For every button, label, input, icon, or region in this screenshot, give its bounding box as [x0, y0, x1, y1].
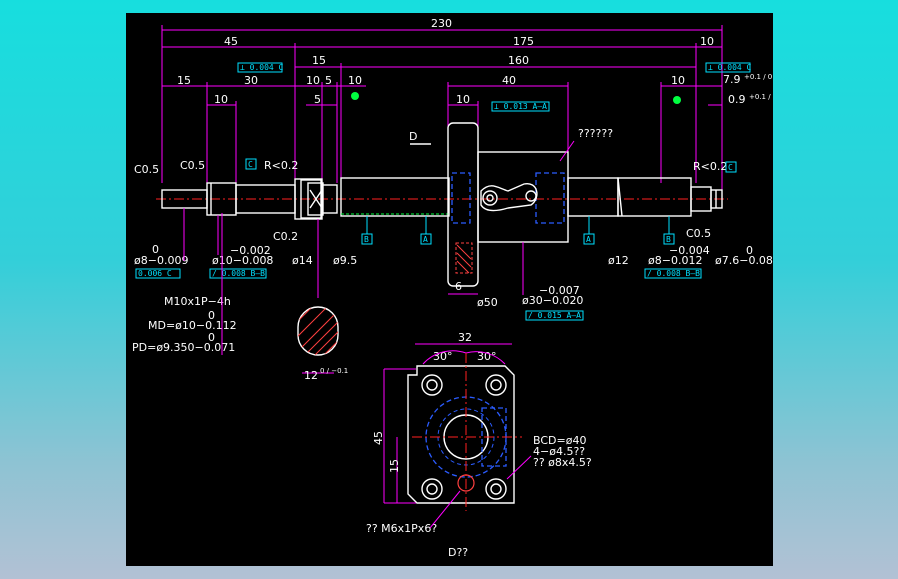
dim-5b: 5 — [314, 93, 321, 106]
label-r02-left: R<0.2 — [264, 159, 298, 172]
label-nut-note: ?????? — [578, 127, 613, 140]
dim-left-30: 30 — [244, 74, 258, 87]
datum-b-right: B — [666, 235, 671, 244]
tol-perp-left: ⊥ 0.004 C — [240, 63, 284, 72]
tol-perp-nut: ⊥ 0.013 A–A — [494, 102, 547, 111]
dim-left-15: 15 — [177, 74, 191, 87]
dim-right-end: 10 — [700, 35, 714, 48]
datum-a-left: A — [423, 235, 428, 244]
dia-12: ø12 — [608, 254, 629, 267]
dim-10a: 10 — [306, 74, 320, 87]
datum-c-right: C — [728, 163, 733, 172]
dim-0-9-tol: +0.1 / 0 — [749, 93, 773, 101]
shaft-labels: C0.5 C0.5 R<0.2 C0.2 D ?????? R<0.2 C0.5… — [134, 92, 737, 245]
tol-run-right-b: / 0.008 B–B — [647, 269, 700, 278]
dia-10: ø10−0.008 — [212, 254, 273, 267]
datum-c-left: C — [248, 160, 253, 169]
dia-8: ø8−0.009 — [134, 254, 188, 267]
label-d: D — [409, 130, 417, 143]
cad-drawing-canvas: 230 45 175 10 15 160 15 30 10 10 5 10 5 — [126, 13, 773, 566]
md-spec: MD=ø10−0.112 — [148, 319, 237, 332]
dim-middle: 175 — [513, 35, 534, 48]
dim-7-9-tol: +0.1 / 0 — [744, 73, 772, 81]
section-view: 12 0 / −0.1 — [297, 219, 348, 382]
flange-view-label: D?? — [448, 546, 468, 559]
dim-40: 40 — [502, 74, 516, 87]
dia-7-6: ø7.6−0.08 — [715, 254, 773, 267]
tol-perp-right: ⊥ 0.004 C — [708, 63, 752, 72]
ballscrew-drawing: 230 45 175 10 15 160 15 30 10 10 5 10 5 — [132, 17, 773, 559]
section-width-tol: 0 / −0.1 — [320, 367, 348, 375]
flange-height-45: 45 — [372, 431, 385, 445]
dim-160: 160 — [508, 54, 529, 67]
label-c02: C0.2 — [273, 230, 298, 243]
tolerance-frames: ⊥ 0.004 C ⊥ 0.004 C ⊥ 0.013 A–A 0.006 C … — [135, 62, 752, 321]
section-width: 12 — [304, 369, 318, 382]
datum-a-right: A — [586, 235, 591, 244]
label-r02-right: R<0.2 — [693, 160, 727, 173]
surface-mark-left-icon — [351, 92, 359, 100]
flange-tap: ?? M6x1Px6? — [366, 522, 437, 535]
label-c05-left: C0.5 — [134, 163, 159, 176]
surface-mark-right-icon — [673, 96, 681, 104]
dim-left-end: 45 — [224, 35, 238, 48]
nut-6: 6 — [455, 280, 462, 293]
dia-14: ø14 — [292, 254, 313, 267]
top-dimensions: 230 45 175 10 15 160 15 30 10 10 5 10 5 — [161, 17, 773, 198]
dim-5a: 5 — [325, 74, 332, 87]
flange-height-15: 15 — [388, 459, 401, 473]
dim-right-10: 10 — [671, 74, 685, 87]
dim-15: 15 — [312, 54, 326, 67]
dim-10c: 10 — [456, 93, 470, 106]
dia-50: ø50 — [477, 296, 498, 309]
flange-counterbore: ?? ø8x4.5? — [533, 456, 592, 469]
tol-run-left: 0.006 C — [138, 269, 172, 278]
label-c05-b: C0.5 — [180, 159, 205, 172]
pd-spec: PD=ø9.350−0.071 — [132, 341, 235, 354]
flange-width-32: 32 — [458, 331, 472, 344]
dia-9-5: ø9.5 — [333, 254, 357, 267]
dim-0-9: 0.9 — [728, 93, 746, 106]
tol-run-left-b: / 0.008 B–B — [212, 269, 265, 278]
dim-left-10: 10 — [214, 93, 228, 106]
dim-overall: 230 — [431, 17, 452, 30]
dia-8r: ø8−0.012 — [648, 254, 702, 267]
dia-30: ø30−0.020 — [522, 294, 583, 307]
dim-10b: 10 — [348, 74, 362, 87]
datum-b-left: B — [364, 235, 369, 244]
tol-run-nut: / 0.015 A–A — [528, 311, 581, 320]
flange-view: 32 30° 30° 45 15 BCD=ø40 4−ø4.5?? ?? ø8x… — [366, 331, 592, 559]
label-c05-right: C0.5 — [686, 227, 711, 240]
thread-spec: M10x1P−4h — [164, 295, 231, 308]
dim-7-9: 7.9 — [723, 73, 741, 86]
